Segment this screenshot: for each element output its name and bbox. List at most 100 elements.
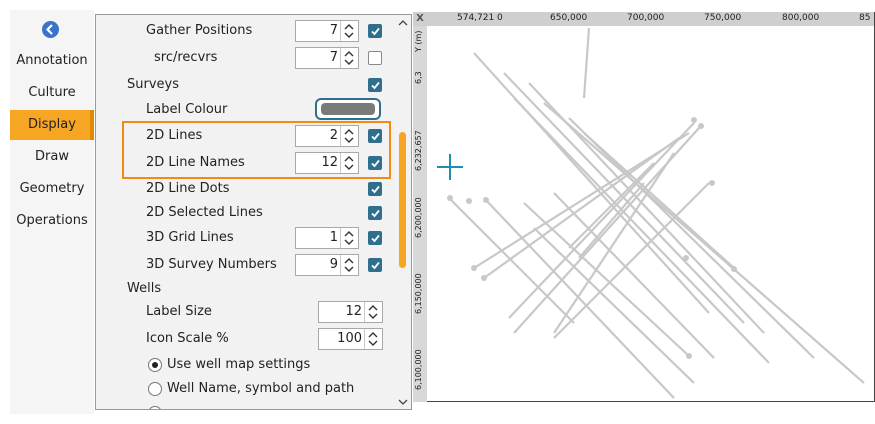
x-tick-label: 750,000 [704, 13, 742, 23]
3d-survey-numbers-spinbox[interactable]: 9 [295, 254, 359, 276]
x-tick-label: 85 [859, 13, 871, 23]
nav-item-label: Culture [28, 85, 76, 100]
label-size-spinbox[interactable]: 12 [318, 301, 383, 323]
spinbox-value: 100 [337, 331, 362, 346]
line-dot [481, 275, 487, 281]
line-dot [709, 180, 715, 186]
x-axis-marker-label: X [416, 13, 424, 24]
line-dot [691, 117, 697, 123]
nav-item-label: Annotation [16, 53, 88, 68]
icon-scale-spinbox[interactable]: 100 [318, 328, 383, 350]
2d-selected-lines-checkbox[interactable] [368, 206, 382, 220]
survey-line [568, 162, 655, 249]
src-recvrs-checkbox[interactable] [368, 51, 382, 65]
3d-grid-lines-label: 3D Grid Lines [146, 230, 234, 245]
nav-item-operations[interactable]: Operations [10, 206, 94, 236]
x-ruler: 574,721 0 650,000 700,000 750,000 800,00… [427, 12, 874, 26]
line-dot [686, 353, 692, 359]
label-colour-label: Label Colour [146, 102, 228, 117]
spin-arrows-icon[interactable] [364, 302, 382, 322]
nav-item-label: Operations [16, 213, 88, 228]
spin-arrows-icon[interactable] [340, 21, 358, 41]
2d-line-dots-checkbox[interactable] [368, 182, 382, 196]
colour-swatch [321, 103, 375, 115]
y-tick-label: 6,200,000 [414, 197, 423, 238]
3d-survey-numbers-label: 3D Survey Numbers [146, 257, 277, 272]
nav-item-display[interactable]: Display [10, 110, 94, 140]
highlight-box [122, 121, 391, 179]
wells-row: Wells [96, 277, 396, 301]
gather-positions-spinbox[interactable]: 7 [295, 20, 359, 42]
3d-grid-lines-spinbox[interactable]: 1 [295, 227, 359, 249]
spinbox-value: 12 [345, 304, 362, 319]
2d-selected-lines-row: 2D Selected Lines [96, 201, 396, 225]
wells-label: Wells [127, 281, 162, 296]
x-axis-marker: X [413, 12, 427, 26]
use-well-map-settings-row: Use well map settings [96, 353, 396, 377]
y-tick-label: 6,3 [414, 71, 423, 84]
spin-arrows-icon[interactable] [340, 228, 358, 248]
label-colour-button[interactable] [315, 98, 381, 120]
cursor-y-readout: 6,232,657 [414, 130, 423, 171]
well-name-symbol-path-label: Well Name, symbol and path [167, 381, 355, 396]
src-recvrs-label: src/recvrs [154, 50, 218, 65]
2d-survey-lines [448, 27, 865, 399]
map-canvas[interactable] [413, 12, 875, 402]
spin-arrows-icon[interactable] [340, 48, 358, 68]
y-tick-label: 6,150,000 [414, 273, 423, 314]
partial-radio[interactable] [148, 406, 162, 409]
spinbox-value: 1 [329, 230, 338, 245]
survey-line [553, 192, 715, 359]
y-ruler: Y (m) 6,3 6,232,657 6,200,000 6,150,000 … [413, 26, 427, 402]
3d-survey-numbers-checkbox[interactable] [368, 258, 382, 272]
surveys-checkbox[interactable] [368, 78, 382, 92]
line-dot [447, 195, 453, 201]
spin-arrows-icon[interactable] [364, 329, 382, 349]
surveys-label: Surveys [127, 77, 179, 92]
y-axis-marker: Y (m) [414, 30, 423, 52]
scroll-thumb[interactable] [399, 132, 406, 268]
line-dot [731, 266, 737, 272]
scroll-down-icon[interactable] [397, 396, 409, 406]
back-icon[interactable] [42, 21, 59, 38]
line-dot [466, 198, 472, 204]
nav-item-geometry[interactable]: Geometry [10, 174, 94, 204]
2d-line-dots-label: 2D Line Dots [146, 181, 230, 196]
src-recvrs-spinbox[interactable]: 7 [295, 47, 359, 69]
surveys-row: Surveys [96, 73, 396, 97]
survey-line [582, 27, 591, 99]
icon-scale-label: Icon Scale % [146, 331, 229, 346]
label-size-label: Label Size [146, 304, 212, 319]
spinbox-value: 7 [329, 23, 338, 38]
2d-selected-lines-label: 2D Selected Lines [146, 205, 263, 220]
crosshair-cursor-icon [437, 154, 463, 180]
survey-lines-layer [447, 27, 865, 399]
3d-grid-lines-checkbox[interactable] [368, 231, 382, 245]
survey-line [473, 52, 710, 314]
spinbox-value: 9 [329, 257, 338, 272]
line-dot [698, 123, 704, 129]
nav-item-draw[interactable]: Draw [10, 142, 94, 172]
well-name-symbol-path-row: Well Name, symbol and path [96, 377, 396, 401]
nav-item-annotation[interactable]: Annotation [10, 46, 94, 76]
spinbox-value: 7 [329, 50, 338, 65]
nav-item-label: Display [28, 117, 76, 132]
y-tick-label: 6,100,000 [414, 349, 423, 390]
use-well-map-settings-label: Use well map settings [167, 357, 311, 372]
line-dot [483, 197, 489, 203]
gather-positions-checkbox[interactable] [368, 24, 382, 38]
spin-arrows-icon[interactable] [340, 255, 358, 275]
nav-item-label: Geometry [19, 181, 85, 196]
nav-item-label: Draw [35, 149, 69, 164]
cursor-x-readout: 574,721 [457, 13, 495, 23]
line-dot [471, 265, 477, 271]
settings-nav: Annotation Culture Display Draw Geometry… [10, 10, 94, 414]
line-dot [683, 255, 689, 261]
gather-positions-label: Gather Positions [146, 23, 253, 38]
x-tick-label: 650,000 [550, 13, 588, 23]
nav-item-culture[interactable]: Culture [10, 78, 94, 108]
survey-line [483, 197, 675, 399]
scroll-up-icon[interactable] [397, 17, 409, 27]
x-tick-label: 0 [497, 13, 503, 23]
x-tick-label: 800,000 [782, 13, 820, 23]
